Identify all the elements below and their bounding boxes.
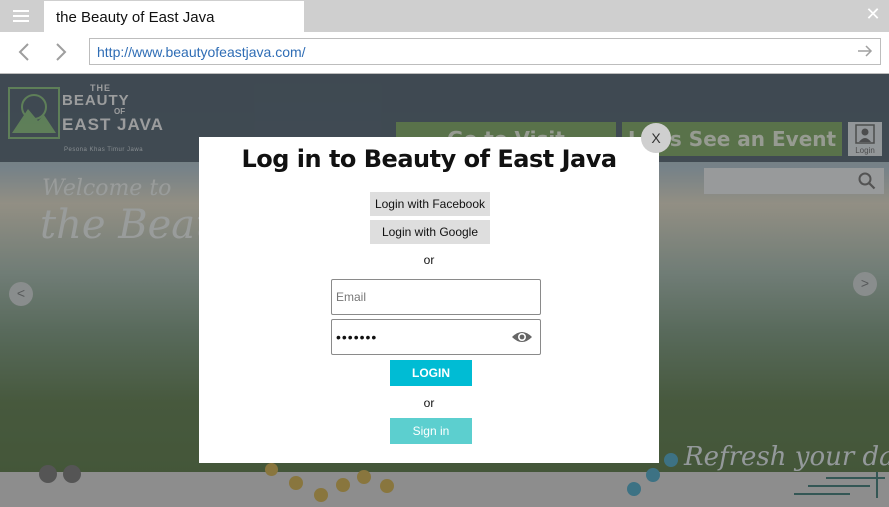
or-separator: or [423,396,435,410]
back-arrow-icon[interactable] [15,40,35,64]
modal-title: Log in to Beauty of East Java [241,145,617,173]
browser-navbar: http://www.beautyofeastjava.com/ [0,32,889,74]
tab-title: the Beauty of East Java [56,9,215,26]
forward-arrow-icon[interactable] [50,40,70,64]
browser-titlebar: the Beauty of East Java ✕ [0,0,889,32]
url-text: http://www.beautyofeastjava.com/ [97,44,306,60]
browser-tab[interactable]: the Beauty of East Java [44,1,304,32]
login-modal: Log in to Beauty of East Java Login with… [199,137,659,463]
login-facebook-button[interactable]: Login with Facebook [370,192,490,216]
go-arrow-icon[interactable] [856,42,874,60]
modal-close-button[interactable]: X [641,123,671,153]
address-bar[interactable]: http://www.beautyofeastjava.com/ [89,38,881,65]
sign-in-button[interactable]: Sign in [390,418,472,444]
email-field[interactable] [331,279,541,315]
login-google-button[interactable]: Login with Google [370,220,490,244]
or-separator: or [423,253,435,267]
email-input[interactable] [336,280,506,314]
show-password-eye-icon[interactable] [511,329,533,345]
hamburger-menu-icon[interactable] [6,4,36,28]
login-button[interactable]: LOGIN [390,360,472,386]
close-window-icon[interactable]: ✕ [865,5,881,23]
password-input[interactable] [336,320,506,354]
password-field[interactable] [331,319,541,355]
